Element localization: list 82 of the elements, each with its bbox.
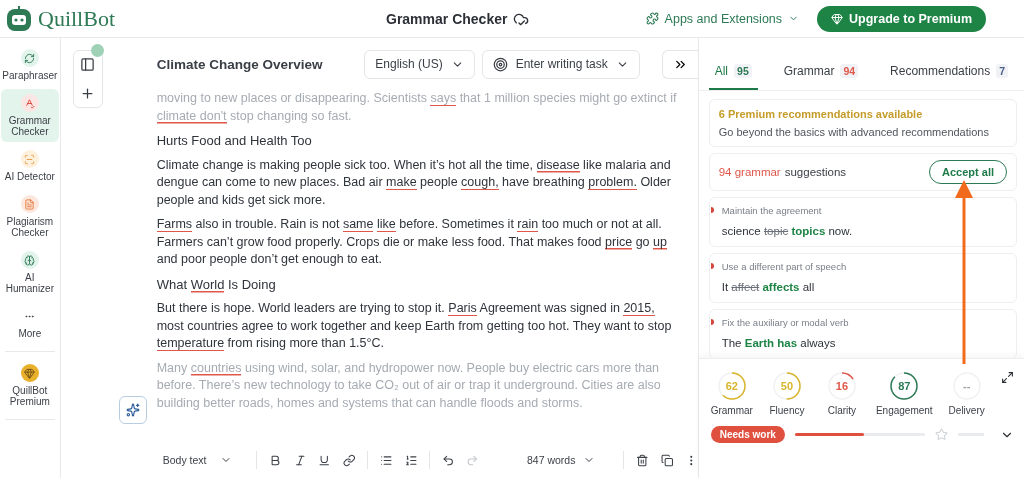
score-value: 16 xyxy=(835,380,849,392)
score-label: Engagement xyxy=(875,405,933,416)
count-badge: 7 xyxy=(996,64,1008,78)
score-value: 50 xyxy=(780,380,794,392)
paragraph: moving to new places or disappearing. Scientists says that 1 million species might go extinct if climate don't stop changing so fast. xyxy=(156,90,678,125)
language-dropdown[interactable]: English (US) xyxy=(364,49,475,79)
accept-all-button[interactable]: Accept all xyxy=(929,160,1007,184)
sparkle-icon xyxy=(125,403,140,417)
count-badge: 94 xyxy=(840,64,859,78)
count-badge: 95 xyxy=(734,64,752,78)
word-count-dropdown[interactable]: 847 words xyxy=(520,453,602,467)
upgrade-button[interactable]: Upgrade to Premium xyxy=(817,5,986,32)
target-icon xyxy=(492,56,508,72)
sidebar-item[interactable]: More xyxy=(0,302,59,344)
suggestion-text: science topic topics now. xyxy=(721,225,854,237)
filter-tab[interactable]: Grammar 94 xyxy=(777,64,865,90)
sidebar-item[interactable]: Plagiarism Checker xyxy=(0,190,59,243)
filter-tab[interactable]: Recommendations 7 xyxy=(884,64,1014,90)
add-icon[interactable] xyxy=(80,86,96,101)
link-icon[interactable] xyxy=(342,452,356,468)
score-label: Grammar xyxy=(710,405,753,416)
suggestion-text: The Earth has always xyxy=(721,337,837,349)
brand-name: QuillBot xyxy=(38,5,115,32)
pulse-dot xyxy=(90,44,104,57)
suggestion-hint: Maintain the agreement xyxy=(721,205,823,216)
section-heading: What World Is Doing xyxy=(156,275,277,293)
premium-title: 6 Premium recommendations available xyxy=(718,108,924,120)
sidebar-item[interactable]: QuillBot Premium xyxy=(0,359,59,412)
document-icon xyxy=(24,198,36,210)
trash-icon[interactable] xyxy=(636,452,649,468)
apps-extensions-link[interactable]: Apps and Extensions xyxy=(645,11,800,26)
error-marker xyxy=(710,263,714,269)
score-value: -- xyxy=(963,380,971,392)
score-ring xyxy=(771,371,802,401)
sidebar-item[interactable]: AI Humanizer xyxy=(0,246,59,299)
filter-tab[interactable]: All 95 xyxy=(708,64,758,90)
suggestion-card[interactable]: Maintain the agreement science topic topics now. xyxy=(708,197,1017,247)
text-style-dropdown[interactable]: Body text xyxy=(156,453,239,467)
writing-task-dropdown[interactable]: Enter writing task xyxy=(481,49,640,79)
sidebar-item[interactable]: AI Detector xyxy=(0,145,59,187)
copy-icon[interactable] xyxy=(660,452,674,468)
score-ring xyxy=(889,371,920,401)
sidebar-item[interactable]: Grammar Checker xyxy=(0,89,59,142)
section-heading: Hurts Food and Health Too xyxy=(156,132,313,150)
gem-icon xyxy=(24,367,36,379)
score-ring xyxy=(716,371,747,401)
score-label: Fluency xyxy=(769,405,805,416)
rating-badge: Needs work xyxy=(710,426,785,443)
paragraph: Climate change is making people sick too. When it’s hot all the time, disease like malaria and dengue can come to new places. Bad air make people cough, have breathing problem. Older people and kids get sick more. xyxy=(156,156,672,209)
error-marker xyxy=(710,319,714,325)
score-label: Delivery xyxy=(948,405,985,416)
spell-check-icon xyxy=(24,97,36,109)
premium-card[interactable]: 6 Premium recommendations available Go beyond the basics with advanced recommendations xyxy=(708,99,1017,147)
paragraph: Many countries using wind, solar, and hydropower now. People buy electric cars more than before. There’s new technology to take CO₂ out of air or trap it underground. Cities are also building better roads, homes and systems that can handle floods and storms. xyxy=(156,359,662,412)
score-ring xyxy=(826,371,857,401)
grammar-count: 94 grammar xyxy=(718,166,781,178)
panel-icon[interactable] xyxy=(80,57,96,72)
brain-icon xyxy=(24,254,36,266)
score-label: Clarity xyxy=(827,405,857,416)
sidebar-item[interactable]: Paraphraser xyxy=(0,44,59,86)
puzzle-icon xyxy=(645,12,659,25)
score-value: 62 xyxy=(725,380,738,392)
collapse-button[interactable] xyxy=(661,49,698,79)
premium-text: Go beyond the basics with advanced recommendations xyxy=(718,126,990,138)
expand-icon[interactable] xyxy=(1001,371,1014,384)
gem-icon xyxy=(831,12,844,25)
page-title: Grammar Checker xyxy=(386,10,508,27)
document-title: Climate Change Overview xyxy=(156,56,324,72)
star-icon xyxy=(934,428,948,441)
suggestion-card[interactable]: Use a different part of speech It affect affects all xyxy=(708,253,1017,303)
scan-icon xyxy=(24,153,36,165)
error-marker xyxy=(710,207,714,213)
paragraph: Farms also in trouble. Rain is not same like before. Sometimes it rain too much or not at all. Farmers can’t grow food properly. Crops die or make less food. That makes food price go up and poor people don’t get enough to eat. xyxy=(156,216,668,268)
score-value: 87 xyxy=(898,380,911,392)
suggestion-hint: Use a different part of speech xyxy=(721,261,848,272)
refresh-icon xyxy=(24,52,36,64)
suggestion-hint: Fix the auxiliary or modal verb xyxy=(721,317,850,328)
ai-sparkle-button[interactable] xyxy=(118,396,147,424)
paragraph: But there is hope. World leaders are trying to stop it. Paris Agreement was signed in 2015, most countries agree to work together and keep Earth from getting too hot. They want to stop temperature from rising more than 1.5°C. xyxy=(156,300,673,353)
robot-logo-icon xyxy=(6,5,32,32)
suggestion-text: It affect affects all xyxy=(721,281,816,293)
summary-label: suggestions xyxy=(784,166,848,178)
